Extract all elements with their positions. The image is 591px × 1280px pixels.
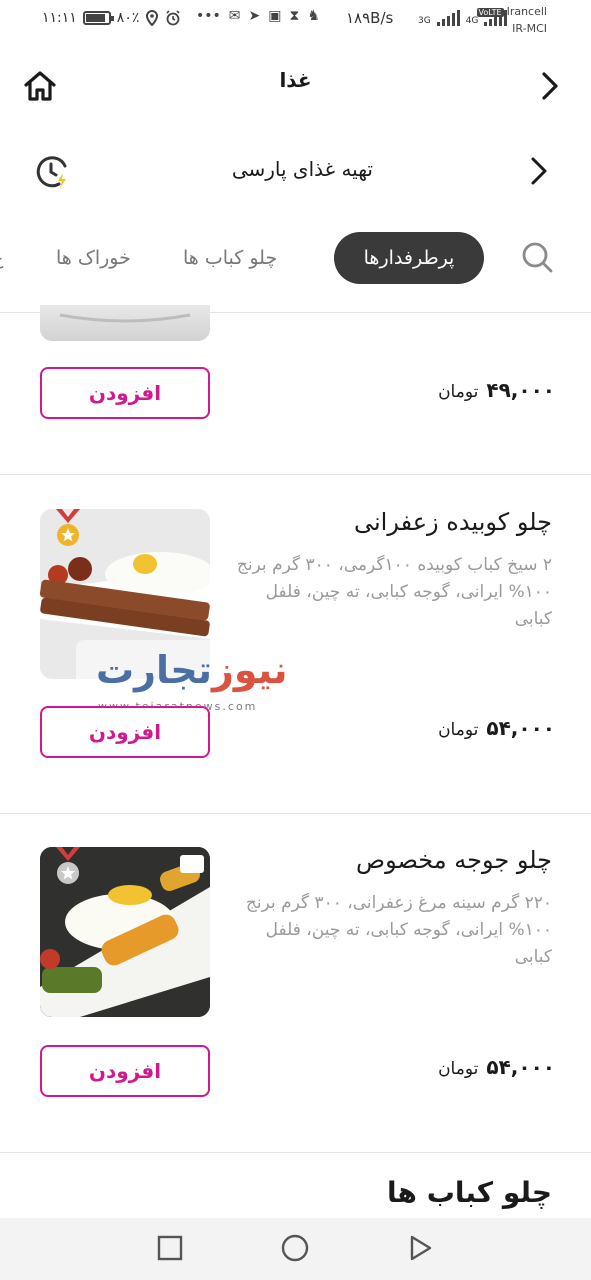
status-left: ۱۱:۱۱ ۸۰٪ xyxy=(42,10,181,26)
page-title: غذا xyxy=(279,68,312,92)
location-icon xyxy=(146,10,159,26)
hourglass-icon: ⧗ xyxy=(289,8,300,24)
alarm-icon xyxy=(166,10,180,26)
app-icon: ♞ xyxy=(307,8,320,24)
signal-bars-icon xyxy=(436,10,460,26)
medal-icon xyxy=(56,509,80,546)
tab-khorak[interactable]: خوراک ها xyxy=(56,232,131,284)
product-price: ۵۴,۰۰۰ تومان xyxy=(420,716,555,740)
battery-icon xyxy=(82,11,114,25)
product-name: چلو کوبیده زعفرانی xyxy=(354,508,552,536)
gallery-icon: ▣ xyxy=(268,8,282,24)
medal-icon xyxy=(56,847,80,884)
gmail-icon: ✉ xyxy=(228,8,241,24)
product-description: ۲ سیخ کباب کوبیده ۱۰۰گرمی، ۳۰۰ گرم برنج … xyxy=(236,555,552,629)
chevron-right-icon[interactable] xyxy=(526,153,552,189)
more-dots-icon: ••• xyxy=(196,8,221,24)
chevron-right-icon[interactable] xyxy=(536,68,564,104)
volte-badge: VoLTE xyxy=(476,8,504,17)
status-bar: ۱۱:۱۱ ۸۰٪ ••• ✉ ➤ ▣ ⧗ ♞ ۱۸۹B/s 3G 4G VoL… xyxy=(0,0,591,40)
add-button[interactable]: افزودن xyxy=(40,1045,210,1097)
recents-square-icon[interactable] xyxy=(154,1232,186,1264)
system-nav-bar xyxy=(0,1218,591,1280)
price-currency: تومان xyxy=(438,720,479,740)
divider xyxy=(0,474,591,475)
divider xyxy=(0,813,591,814)
restaurant-name: تهیه غذای پارسی xyxy=(231,157,373,181)
telegram-icon: ➤ xyxy=(248,8,261,24)
price-currency: تومان xyxy=(438,1059,479,1079)
search-icon[interactable] xyxy=(518,238,556,276)
price-value: ۵۴,۰۰۰ xyxy=(486,1055,555,1079)
home-circle-icon[interactable] xyxy=(279,1232,311,1264)
restaurant-row[interactable]: تهیه غذای پارسی xyxy=(0,145,591,197)
notification-icons: ••• ✉ ➤ ▣ ⧗ ♞ xyxy=(196,8,320,24)
net-3g-label: 3G xyxy=(418,16,431,26)
carrier-name-2: IR-MCI xyxy=(512,22,547,35)
category-tabs: پرطرفدارها چلو کباب ها خوراک ها غ xyxy=(0,232,591,288)
back-triangle-icon[interactable] xyxy=(404,1232,436,1264)
delivery-time-icon xyxy=(36,156,67,188)
product-name: چلو جوجه مخصوص xyxy=(356,846,552,874)
price-value: ۵۴,۰۰۰ xyxy=(486,716,555,740)
network-speed: ۱۸۹B/s xyxy=(346,9,394,27)
tab-more[interactable]: غ xyxy=(0,232,3,284)
watermark-logo: نیوزتجارت xyxy=(96,648,288,692)
add-button[interactable]: افزودن xyxy=(40,367,210,419)
status-time: ۱۱:۱۱ xyxy=(42,10,77,26)
carrier-info: VoLTE Irancell IR-MCI xyxy=(476,4,547,37)
product-price: ۵۴,۰۰۰ تومان xyxy=(420,1055,555,1079)
product-description: ۲۲۰ گرم سینه مرغ زعفرانی، ۳۰۰ گرم برنج ۱… xyxy=(245,893,552,967)
product-price: ۴۹,۰۰۰ تومان xyxy=(420,378,555,402)
add-button[interactable]: افزودن xyxy=(40,706,210,758)
product-image[interactable] xyxy=(40,305,210,341)
tab-popular[interactable]: پرطرفدارها xyxy=(334,232,484,284)
carrier-name-1: Irancell xyxy=(506,5,547,18)
battery-level: ۸۰٪ xyxy=(116,10,140,26)
section-heading: چلو کباب ها xyxy=(387,1176,552,1209)
tab-chelo-kabab[interactable]: چلو کباب ها xyxy=(183,232,277,284)
price-currency: تومان xyxy=(438,382,479,402)
price-value: ۴۹,۰۰۰ xyxy=(486,378,555,402)
divider xyxy=(0,1152,591,1153)
